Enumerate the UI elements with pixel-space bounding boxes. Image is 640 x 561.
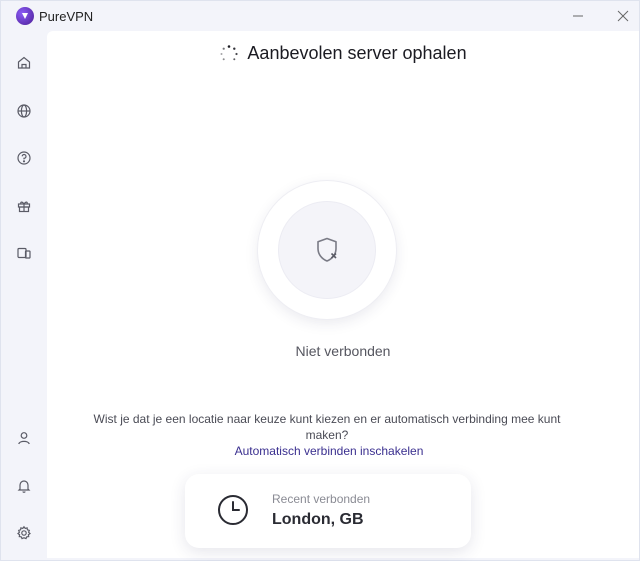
clock-icon	[218, 495, 248, 525]
sidebar	[1, 31, 47, 560]
sidebar-item-notifications[interactable]	[14, 476, 34, 496]
recent-label: Recent verbonden	[272, 492, 371, 506]
minimize-button[interactable]	[568, 7, 588, 25]
sidebar-item-home[interactable]	[14, 53, 34, 73]
sidebar-item-offers[interactable]	[14, 196, 34, 216]
sidebar-item-help[interactable]	[14, 148, 34, 168]
gear-icon	[17, 525, 31, 540]
connect-button-inner	[278, 201, 376, 299]
home-icon	[17, 56, 31, 69]
connect-button[interactable]	[258, 181, 396, 319]
app-title: PureVPN	[39, 9, 94, 24]
purevpn-logo-icon	[16, 7, 34, 25]
status-title: Aanbevolen server ophalen	[247, 43, 467, 63]
sidebar-item-account[interactable]	[14, 428, 34, 448]
tip-text: Wist je dat je een locatie naar keuze ku…	[93, 412, 561, 442]
bell-icon	[17, 480, 31, 493]
user-icon	[18, 432, 30, 445]
status-header: Aanbevolen server ophalen	[47, 43, 639, 64]
sidebar-item-devices[interactable]	[14, 243, 34, 263]
recent-connection-card[interactable]: Recent verbonden London, GB	[185, 474, 471, 548]
close-button[interactable]	[613, 7, 633, 25]
auto-connect-link[interactable]: Automatisch verbinden inschakelen	[47, 444, 611, 458]
gift-icon	[17, 201, 31, 213]
sidebar-item-settings[interactable]	[14, 523, 34, 543]
connection-status: Niet verbonden	[295, 343, 391, 359]
shield-off-icon	[317, 237, 337, 262]
loading-spinner-icon	[220, 44, 239, 60]
sidebar-item-locations[interactable]	[14, 101, 34, 121]
main-panel: Aanbevolen server ophalen Niet verbonden…	[47, 31, 639, 558]
globe-icon	[17, 104, 31, 118]
app-window: PureVPN Aanbevolen server ophalen Niet v…	[0, 0, 640, 561]
title-bar: PureVPN	[1, 1, 639, 31]
devices-icon	[17, 247, 31, 259]
help-icon	[17, 151, 31, 165]
recent-server-name: London, GB	[272, 511, 364, 528]
